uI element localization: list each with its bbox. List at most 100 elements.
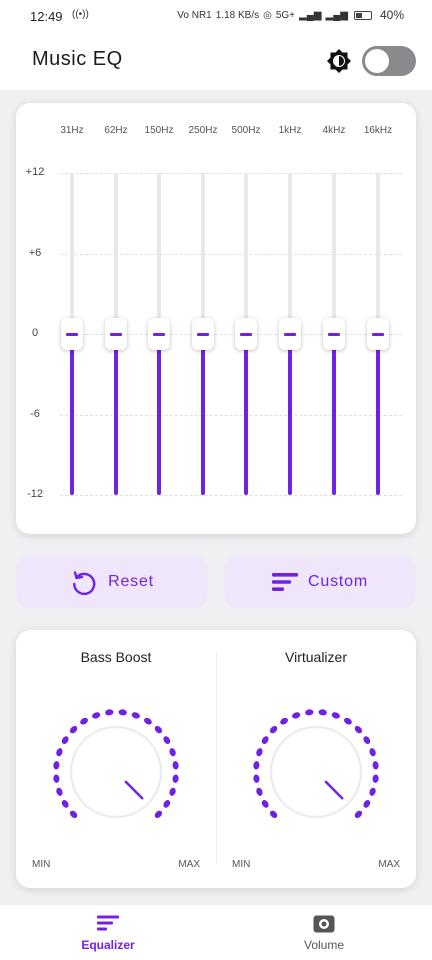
- freq-label-3: 250Hz: [188, 125, 218, 136]
- network-type: 5G+: [275, 9, 296, 21]
- dial-dot: [172, 761, 179, 770]
- dial-dot: [56, 748, 63, 757]
- dial-dot: [369, 748, 376, 757]
- dial-dot: [80, 717, 88, 725]
- grid-line-4: [60, 495, 402, 496]
- dial-dot: [163, 800, 171, 808]
- dial-dot: [256, 748, 263, 757]
- net-speed: 1.18 KB/s: [215, 9, 260, 21]
- volte-icon: Vo NR1: [177, 9, 212, 21]
- status-time: 12:49: [30, 9, 63, 24]
- band-thumb-6[interactable]: [323, 318, 345, 350]
- dial-dot: [363, 736, 371, 744]
- dial-dot: [53, 774, 60, 783]
- preset-button[interactable]: Custom: [224, 556, 416, 608]
- toggle-knob: [365, 49, 389, 73]
- signal-icon: ▂▄▆: [299, 9, 322, 21]
- dial-dot: [292, 712, 301, 719]
- band-thumb-2[interactable]: [148, 318, 170, 350]
- dial-dot: [69, 725, 78, 734]
- bass-boost-knob[interactable]: [50, 706, 182, 838]
- dial-dot: [354, 725, 363, 734]
- grid-line-3: [60, 414, 402, 416]
- dial-dot: [56, 787, 63, 796]
- bass-boost-min-label: MIN: [32, 859, 51, 870]
- freq-label-0: 31Hz: [60, 125, 84, 136]
- freq-label-2: 150Hz: [144, 125, 174, 136]
- freq-label-4: 500Hz: [231, 125, 261, 136]
- freq-label-1: 62Hz: [104, 125, 128, 136]
- battery-icon: [353, 10, 372, 20]
- nav-volume[interactable]: Volume: [216, 905, 432, 960]
- dial-dot: [154, 725, 163, 734]
- dial-dot: [61, 800, 69, 808]
- band-fill-6: [332, 334, 336, 495]
- dial-dot: [105, 709, 114, 716]
- dial-dot: [354, 810, 363, 819]
- band-thumb-5[interactable]: [279, 318, 301, 350]
- dial-dot: [261, 800, 269, 808]
- app-bar: Music EQ: [0, 32, 432, 90]
- bottom-nav: Equalizer Volume: [0, 904, 432, 960]
- bass-boost-panel: Bass Boost MIN MAX: [16, 630, 216, 888]
- band-thumb-3[interactable]: [192, 318, 214, 350]
- bass-boost-max-label: MAX: [178, 859, 200, 870]
- dial-dot: [363, 800, 371, 808]
- nav-equalizer-label: Equalizer: [81, 938, 135, 952]
- dial-dot: [172, 774, 179, 783]
- db-label-0: +12: [25, 166, 45, 178]
- nav-equalizer[interactable]: Equalizer: [0, 905, 216, 960]
- grid-line-1: [60, 253, 402, 255]
- hotspot-icon: ((•)): [72, 9, 89, 20]
- grid-line-0: [60, 173, 402, 174]
- db-label-4: -12: [27, 488, 43, 500]
- dial-dot: [318, 709, 327, 716]
- virtualizer-panel: Virtualizer MIN MAX: [216, 630, 416, 888]
- band-fill-7: [376, 334, 380, 495]
- virtualizer-title: Virtualizer: [285, 649, 347, 665]
- band-fill-5: [288, 334, 292, 495]
- dial-dot: [169, 748, 176, 757]
- volume-icon: [313, 915, 335, 933]
- band-fill-3: [201, 334, 205, 495]
- db-label-1: +6: [28, 246, 42, 259]
- dial-dot: [253, 774, 260, 783]
- virtualizer-max-label: MAX: [378, 859, 400, 870]
- brightness-icon[interactable]: [326, 48, 352, 74]
- db-label-3: -6: [30, 407, 40, 420]
- preset-icon: [272, 573, 299, 591]
- signal-icon-2: ▂▄▆: [325, 9, 348, 21]
- band-fill-1: [114, 334, 118, 495]
- status-icons: Vo NR1 1.18 KB/s ◎ 5G+ ▂▄▆ ▂▄▆ 40%: [177, 8, 404, 22]
- effects-card: Bass Boost MIN MAX Virtualizer MIN MAX: [16, 630, 416, 888]
- dial-dot: [69, 810, 78, 819]
- dial-dot: [154, 810, 163, 819]
- reset-label: Reset: [108, 573, 154, 590]
- dial-dot: [369, 787, 376, 796]
- band-fill-4: [244, 334, 248, 495]
- reset-button[interactable]: Reset: [16, 556, 208, 608]
- dial-dot: [372, 774, 379, 783]
- power-toggle[interactable]: [362, 46, 416, 76]
- freq-label-5: 1kHz: [278, 125, 302, 136]
- band-thumb-4[interactable]: [235, 318, 257, 350]
- dial-dot: [280, 717, 288, 725]
- dial-dot: [331, 712, 340, 719]
- band-fill-0: [70, 334, 74, 495]
- dial-dot: [131, 712, 140, 719]
- dial-dot: [269, 810, 278, 819]
- freq-label-6: 4kHz: [322, 125, 346, 136]
- band-thumb-1[interactable]: [105, 318, 127, 350]
- band-thumb-0[interactable]: [61, 318, 83, 350]
- nav-volume-label: Volume: [303, 938, 345, 952]
- dial-dot: [53, 761, 60, 770]
- hotspot-status-icon: ◎: [263, 9, 272, 21]
- dial-dot: [92, 712, 101, 719]
- band-thumb-7[interactable]: [367, 318, 389, 350]
- dial-dot: [61, 736, 69, 744]
- virtualizer-knob[interactable]: [250, 706, 382, 838]
- dial-dot: [256, 787, 263, 796]
- dial-dot: [118, 709, 127, 716]
- reset-icon: [73, 571, 96, 596]
- dial-dot: [305, 709, 314, 716]
